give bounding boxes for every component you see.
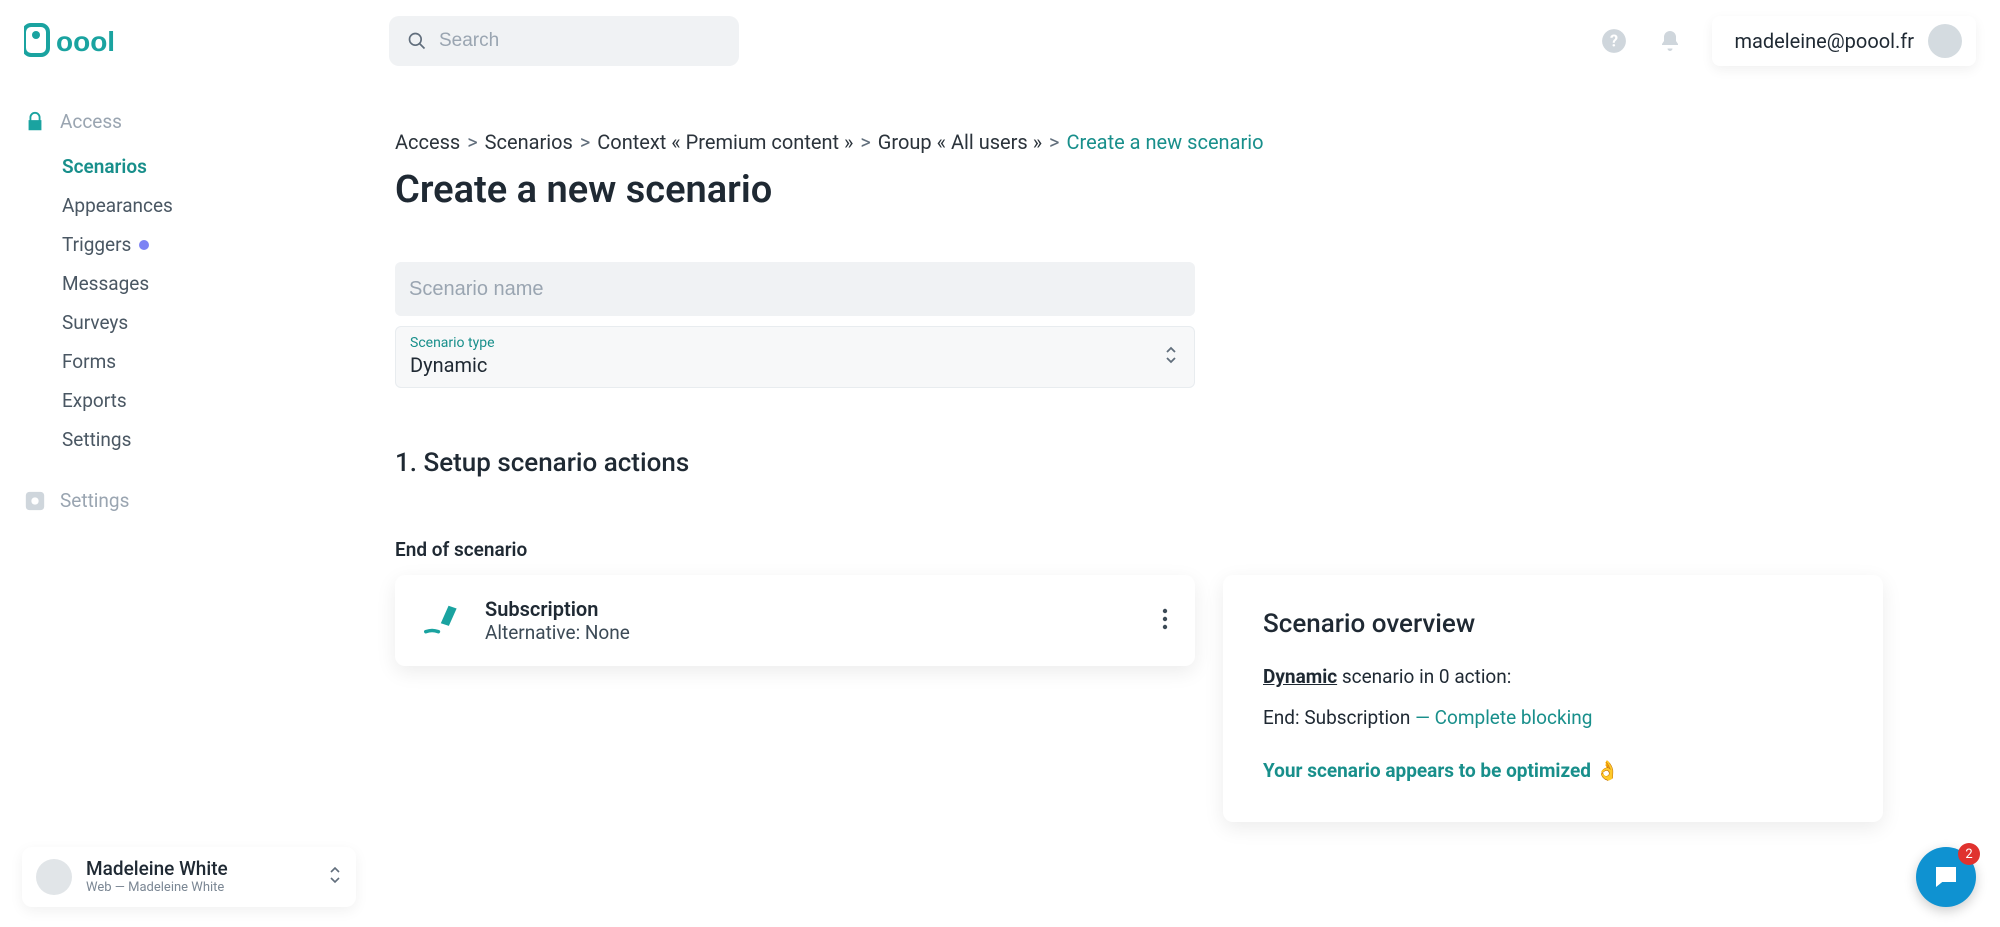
svg-text:?: ? [1610, 31, 1618, 50]
avatar [1928, 24, 1962, 58]
overview-line3: Your scenario appears to be optimized 👌 [1263, 759, 1843, 782]
sidebar-item-exports[interactable]: Exports [62, 381, 360, 420]
page-title: Create a new scenario [395, 168, 1935, 212]
action-card-menu[interactable] [1161, 607, 1169, 635]
header-right: ? madeleine@poool.fr [1600, 16, 1976, 66]
sidebar-item-forms[interactable]: Forms [62, 342, 360, 381]
scenario-type-select[interactable]: Scenario type Dynamic [395, 326, 1195, 388]
sidebar-item-triggers[interactable]: Triggers [62, 225, 360, 264]
chat-button[interactable]: 2 [1916, 847, 1976, 907]
sidebar-group-settings[interactable]: Settings [24, 489, 360, 512]
chat-badge: 2 [1958, 843, 1980, 865]
bell-icon[interactable] [1656, 27, 1684, 55]
gear-icon [24, 490, 46, 512]
sidebar-item-settings[interactable]: Settings [62, 420, 360, 459]
end-of-scenario-label: End of scenario [395, 538, 1935, 561]
chevron-updown-icon [1164, 345, 1178, 369]
sidebar: Access Scenarios Appearances Triggers Me… [0, 110, 360, 526]
scenario-type-value: Dynamic [410, 353, 1180, 377]
action-card-text: Subscription Alternative: None [485, 597, 630, 644]
search-input[interactable] [439, 30, 721, 52]
sidebar-item-scenarios[interactable]: Scenarios [62, 147, 360, 186]
scenario-type-label: Scenario type [410, 335, 1180, 351]
overview-line2: End: Subscription — Complete blocking [1263, 706, 1843, 729]
profile-sub: Web — Madeleine White [86, 880, 228, 895]
search-icon [407, 31, 427, 51]
search-box[interactable] [389, 16, 739, 66]
sidebar-item-messages[interactable]: Messages [62, 264, 360, 303]
sidebar-group-label: Settings [60, 489, 129, 512]
svg-text:oool: oool [56, 26, 115, 57]
action-card-subscription[interactable]: Subscription Alternative: None [395, 575, 1195, 666]
profile-switcher[interactable]: Madeleine White Web — Madeleine White [22, 847, 356, 907]
sidebar-group-access[interactable]: Access [24, 110, 360, 133]
breadcrumb-item[interactable]: Access [395, 130, 460, 154]
breadcrumb: Access > Scenarios > Context « Premium c… [395, 130, 1935, 154]
action-title: Subscription [485, 597, 630, 621]
profile-name: Madeleine White [86, 859, 228, 880]
overview-card: Scenario overview Dynamic scenario in 0 … [1223, 575, 1883, 822]
chat-icon [1931, 862, 1961, 892]
action-subtitle: Alternative: None [485, 621, 630, 644]
user-email: madeleine@poool.fr [1734, 29, 1914, 53]
profile-text: Madeleine White Web — Madeleine White [86, 859, 228, 895]
breadcrumb-item[interactable]: Group « All users » [878, 130, 1042, 154]
section-title: 1. Setup scenario actions [395, 448, 1935, 478]
avatar [36, 859, 72, 895]
sidebar-item-appearances[interactable]: Appearances [62, 186, 360, 225]
help-icon[interactable]: ? [1600, 27, 1628, 55]
lock-icon [24, 111, 46, 133]
breadcrumb-item[interactable]: Scenarios [485, 130, 573, 154]
header: oool ? madeleine@poool.fr [0, 0, 2000, 82]
poool-logo-icon: oool [24, 23, 142, 59]
logo[interactable]: oool [24, 23, 389, 59]
scenario-name-input[interactable] [395, 262, 1195, 316]
overview-title: Scenario overview [1263, 609, 1843, 639]
sidebar-group-label: Access [60, 110, 122, 133]
dot-indicator-icon [139, 240, 149, 250]
chevron-updown-icon [328, 864, 342, 890]
sidebar-item-surveys[interactable]: Surveys [62, 303, 360, 342]
subscription-icon [421, 600, 459, 642]
breadcrumb-item[interactable]: Context « Premium content » [597, 130, 853, 154]
main-content: Access > Scenarios > Context « Premium c… [395, 130, 1935, 822]
user-menu[interactable]: madeleine@poool.fr [1712, 16, 1976, 66]
overview-line1: Dynamic scenario in 0 action: [1263, 665, 1843, 688]
kebab-icon [1161, 607, 1169, 631]
breadcrumb-current: Create a new scenario [1066, 130, 1263, 154]
